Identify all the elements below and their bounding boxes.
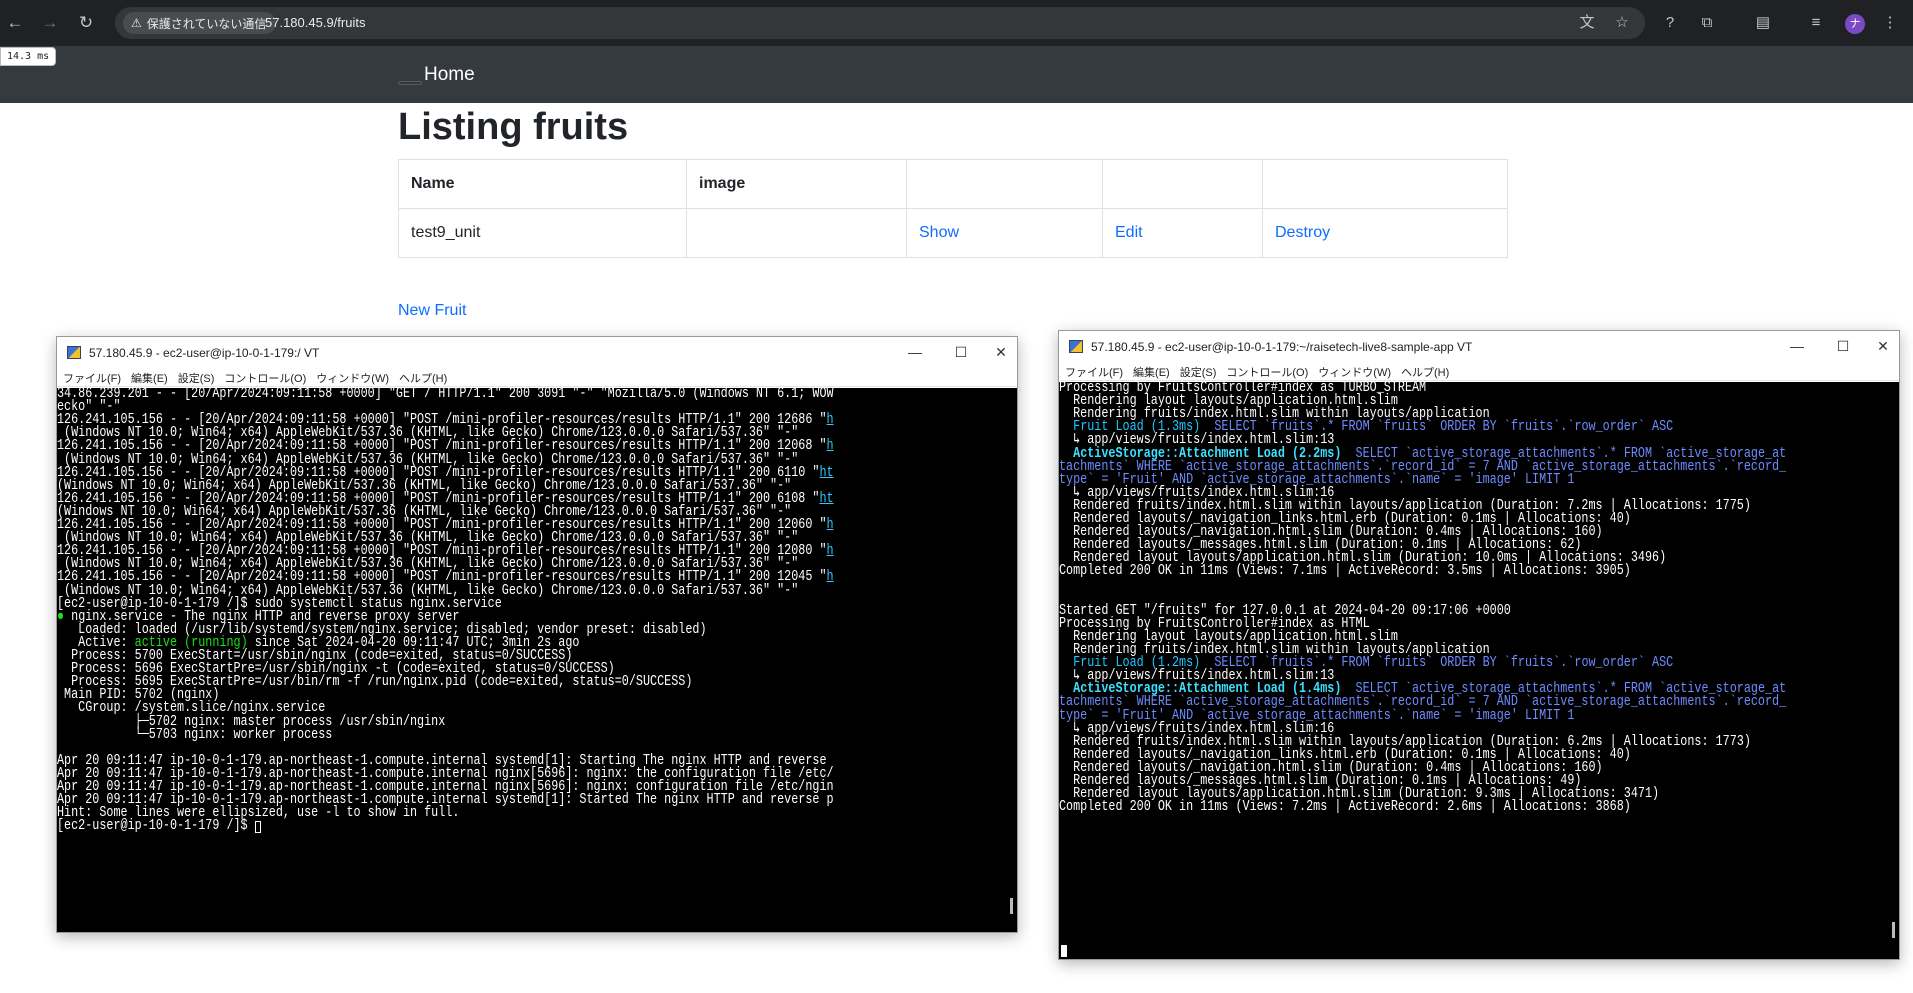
terminal-window-right[interactable]: 57.180.45.9 - ec2-user@ip-10-0-1-179:~/r… bbox=[1058, 330, 1900, 960]
menu-edit[interactable]: 編集(E) bbox=[1133, 364, 1170, 380]
destroy-link[interactable]: Destroy bbox=[1275, 224, 1330, 241]
security-label: 保護されていない通信 bbox=[146, 16, 267, 31]
window-title: 57.180.45.9 - ec2-user@ip-10-0-1-179:~/r… bbox=[1091, 340, 1473, 354]
app-navbar: Home bbox=[0, 46, 1913, 103]
terminal-line: 34.86.239.201 - - [20/Apr/2024:09:11:58 … bbox=[57, 388, 834, 401]
close-icon[interactable]: ✕ bbox=[1873, 336, 1893, 356]
side-panel-icon[interactable]: ▤ bbox=[1753, 13, 1773, 33]
minimize-icon[interactable]: — bbox=[1787, 336, 1807, 356]
window-titlebar[interactable]: 57.180.45.9 - ec2-user@ip-10-0-1-179:~/r… bbox=[1059, 331, 1899, 363]
column-header-edit bbox=[1102, 159, 1263, 209]
navbar-toggler[interactable] bbox=[398, 81, 422, 85]
new-fruit-link[interactable]: New Fruit bbox=[398, 302, 466, 320]
menu-edit[interactable]: 編集(E) bbox=[131, 370, 168, 386]
teraterm-icon bbox=[1069, 340, 1083, 353]
fruit-name-cell: test9_unit bbox=[398, 208, 687, 258]
maximize-icon[interactable]: ☐ bbox=[1833, 336, 1853, 356]
terminal-segment: ht bbox=[819, 490, 834, 507]
back-arrow-icon[interactable]: ← bbox=[4, 12, 26, 34]
terminal-segment: h bbox=[826, 517, 834, 533]
terminal-output[interactable]: Processing by FruitsController#index as … bbox=[1059, 382, 1899, 959]
nav-home-link[interactable]: Home bbox=[424, 64, 475, 86]
bookmark-star-icon[interactable]: ☆ bbox=[1613, 14, 1631, 32]
terminal-line: [ec2-user@ip-10-0-1-179 /]$ bbox=[57, 818, 255, 835]
terminal-segment: ht bbox=[819, 464, 834, 481]
browser-toolbar: ← → ↻ ⚠ 保護されていない通信 57.180.45.9/fruits 文 … bbox=[0, 0, 1913, 46]
terminal-segment: h bbox=[826, 438, 834, 455]
menu-settings[interactable]: 設定(S) bbox=[178, 370, 215, 386]
page-title: Listing fruits bbox=[398, 106, 629, 148]
menu-window[interactable]: ウィンドウ(W) bbox=[316, 370, 389, 386]
terminal-line: └─5703 nginx: worker process bbox=[57, 726, 333, 743]
media-queue-icon[interactable]: ≡ bbox=[1806, 13, 1826, 33]
menu-help[interactable]: ヘルプ(H) bbox=[1401, 364, 1449, 380]
terminal-segment: Completed 200 OK in 11ms (Views: 7.2ms |… bbox=[1059, 799, 1631, 816]
extensions-icon[interactable]: ⧉ bbox=[1697, 13, 1717, 33]
terminal-line: Completed 200 OK in 11ms (Views: 7.2ms |… bbox=[1059, 799, 1631, 816]
column-header-destroy bbox=[1262, 159, 1508, 209]
menu-settings[interactable]: 設定(S) bbox=[1180, 364, 1217, 380]
reload-icon[interactable]: ↻ bbox=[75, 12, 97, 34]
terminal-line: Completed 200 OK in 11ms (Views: 7.1ms |… bbox=[1059, 563, 1631, 580]
fruits-table: Name image test9_unit Show Edit Destroy bbox=[398, 159, 1508, 258]
profile-avatar[interactable]: ナ bbox=[1845, 14, 1865, 34]
column-header-image: image bbox=[686, 159, 907, 209]
translate-icon[interactable]: 文 bbox=[1578, 14, 1596, 32]
url-text[interactable]: 57.180.45.9/fruits bbox=[265, 15, 365, 30]
forward-arrow-icon[interactable]: → bbox=[39, 12, 61, 34]
menu-help[interactable]: ヘルプ(H) bbox=[399, 370, 447, 386]
column-header-show bbox=[906, 159, 1103, 209]
terminal-cursor bbox=[254, 821, 261, 834]
terminal-segment: Completed 200 OK in 11ms (Views: 7.1ms |… bbox=[1059, 563, 1631, 580]
terminal-segment: h bbox=[826, 569, 834, 586]
security-chip[interactable]: ⚠ 保護されていない通信 bbox=[123, 12, 277, 34]
warning-icon: ⚠ bbox=[131, 16, 142, 30]
table-header-row: Name image bbox=[398, 159, 1508, 209]
address-bar[interactable]: ⚠ 保護されていない通信 57.180.45.9/fruits 文 ☆ bbox=[115, 7, 1645, 39]
window-menubar: ファイル(F) 編集(E) 設定(S) コントロール(O) ウィンドウ(W) ヘ… bbox=[57, 369, 1017, 387]
terminal-segment: [ec2-user@ip-10-0-1-179 /]$ bbox=[57, 818, 255, 835]
close-icon[interactable]: ✕ bbox=[991, 342, 1011, 362]
window-titlebar[interactable]: 57.180.45.9 - ec2-user@ip-10-0-1-179:/ V… bbox=[57, 337, 1017, 369]
fruit-image-cell bbox=[686, 208, 907, 258]
table-row: test9_unit Show Edit Destroy bbox=[398, 208, 1508, 258]
terminal-segment: h bbox=[826, 543, 834, 560]
terminal-cursor bbox=[1061, 945, 1067, 957]
menu-file[interactable]: ファイル(F) bbox=[1065, 364, 1123, 380]
menu-window[interactable]: ウィンドウ(W) bbox=[1318, 364, 1391, 380]
terminal-window-left[interactable]: 57.180.45.9 - ec2-user@ip-10-0-1-179:/ V… bbox=[56, 336, 1018, 933]
window-menubar: ファイル(F) 編集(E) 設定(S) コントロール(O) ウィンドウ(W) ヘ… bbox=[1059, 363, 1899, 381]
maximize-icon[interactable]: ☐ bbox=[951, 342, 971, 362]
terminal-segment: h bbox=[826, 412, 834, 429]
terminal-output[interactable]: 34.86.239.201 - - [20/Apr/2024:09:11:58 … bbox=[57, 388, 1017, 932]
minimize-icon[interactable]: — bbox=[905, 342, 925, 362]
more-menu-icon[interactable]: ⋮ bbox=[1880, 13, 1900, 33]
show-link[interactable]: Show bbox=[919, 224, 959, 241]
mini-profiler-badge[interactable]: 14.3 ms bbox=[0, 47, 57, 66]
teraterm-icon bbox=[67, 346, 81, 359]
terminal-scrollbar[interactable] bbox=[1010, 898, 1013, 914]
menu-file[interactable]: ファイル(F) bbox=[63, 370, 121, 386]
edit-link[interactable]: Edit bbox=[1115, 224, 1143, 241]
menu-control[interactable]: コントロール(O) bbox=[1226, 364, 1308, 380]
terminal-segment: 34.86.239.201 - - [20/Apr/2024:09:11:58 … bbox=[57, 388, 834, 402]
window-title: 57.180.45.9 - ec2-user@ip-10-0-1-179:/ V… bbox=[89, 346, 320, 360]
terminal-scrollbar[interactable] bbox=[1892, 922, 1895, 938]
extension-puzzle-icon[interactable]: ? bbox=[1660, 13, 1680, 33]
menu-control[interactable]: コントロール(O) bbox=[224, 370, 306, 386]
column-header-name: Name bbox=[398, 159, 687, 209]
terminal-segment: └─5703 nginx: worker process bbox=[57, 726, 333, 743]
